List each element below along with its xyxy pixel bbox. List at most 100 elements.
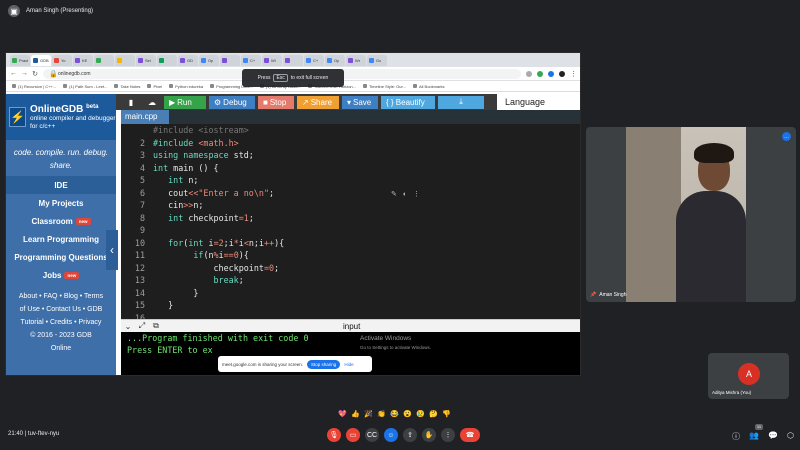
- pin-icon[interactable]: ✎: [391, 190, 397, 198]
- bookmark-item[interactable]: Pixel: [147, 84, 162, 89]
- footer-links-3[interactable]: Tutorial • Credits • Privacy: [8, 316, 114, 329]
- copy-icon[interactable]: ⧉: [149, 321, 163, 331]
- sidebar-item-ide[interactable]: IDE: [6, 176, 116, 194]
- bookmark-item[interactable]: Timeline Style: Our...: [362, 84, 406, 89]
- new-file-icon[interactable]: ▮: [122, 98, 140, 107]
- browser-tab[interactable]: Op: [199, 54, 219, 66]
- code-editor[interactable]: #include <iostream> 2 #include <math.h> 3…: [121, 124, 580, 319]
- browser-tab[interactable]: [220, 54, 240, 66]
- activate-sub: Go to Settings to activate Windows.: [360, 345, 432, 350]
- gdb-logo[interactable]: ⚡ OnlineGDB beta online compiler and deb…: [6, 94, 116, 140]
- sidebar-item-label: Learn Programming: [22, 234, 99, 244]
- captions-icon[interactable]: CC: [365, 428, 379, 442]
- bookmark-item[interactable]: All Bookmarks: [412, 84, 445, 89]
- sidebar-item-classroom[interactable]: Classroom new: [6, 212, 116, 230]
- reaction-emoji[interactable]: 💖: [338, 410, 347, 418]
- code-line: 2 #include <math.h>: [121, 137, 580, 150]
- reaction-emoji[interactable]: 😮: [403, 410, 412, 418]
- beautify-button[interactable]: { } Beautify: [381, 95, 435, 109]
- bookmark-item[interactable]: (1) Recursion | C++...: [12, 84, 56, 89]
- camera-off-icon[interactable]: ▭: [346, 428, 360, 442]
- bookmark-item[interactable]: Take Notes: [114, 84, 140, 89]
- people-icon[interactable]: 👥: [749, 431, 759, 442]
- kebab-menu-icon[interactable]: ⋮: [570, 70, 577, 78]
- back-icon[interactable]: ←: [10, 70, 17, 77]
- browser-tab[interactable]: Wr: [346, 54, 366, 66]
- bookmark-item[interactable]: Python edureka: [169, 84, 203, 89]
- hide-button[interactable]: Hide: [344, 362, 353, 367]
- sidebar-item-my-projects[interactable]: My Projects: [6, 194, 116, 212]
- browser-tab[interactable]: [157, 54, 177, 66]
- browser-tab[interactable]: [283, 54, 303, 66]
- browser-tab[interactable]: C+: [241, 54, 261, 66]
- collapse-sidebar-chevron-icon[interactable]: ‹: [106, 230, 118, 270]
- stop-button[interactable]: ■ Stop: [258, 95, 294, 109]
- mic-off-icon[interactable]: 🎙: [327, 428, 341, 442]
- hide-icon[interactable]: ◐: [403, 191, 407, 198]
- debug-button[interactable]: ⚙ Debug: [209, 95, 255, 109]
- extension-icon[interactable]: [548, 70, 554, 77]
- profile-icon[interactable]: [559, 70, 565, 77]
- participant-hair: [694, 143, 734, 163]
- browser-tab[interactable]: KE: [73, 54, 93, 66]
- tile-more-icon[interactable]: …: [782, 132, 791, 141]
- browser-tab[interactable]: Wl: [262, 54, 282, 66]
- reaction-emoji[interactable]: 👍: [351, 410, 360, 418]
- browser-tab[interactable]: Op: [325, 54, 345, 66]
- reaction-emoji[interactable]: 🎉: [364, 410, 373, 418]
- sidebar-item-learn-programming[interactable]: Learn Programming: [6, 230, 116, 248]
- participant-tile-self[interactable]: A Aditya Mishra (You): [708, 353, 789, 399]
- browser-tab[interactable]: C+: [304, 54, 324, 66]
- sidebar-item-jobs[interactable]: Jobs new: [6, 266, 116, 284]
- save-icon: ▾: [347, 97, 352, 107]
- share-button[interactable]: ↗ Share: [297, 95, 339, 109]
- file-tab[interactable]: main.cpp: [121, 110, 169, 124]
- reaction-emoji[interactable]: 🤔: [429, 410, 438, 418]
- browser-tab[interactable]: [94, 54, 114, 66]
- forward-icon[interactable]: →: [21, 70, 28, 77]
- info-icon[interactable]: ⓘ: [732, 431, 740, 442]
- expand-icon[interactable]: ⤢: [135, 321, 149, 331]
- more-icon[interactable]: ⋮: [413, 190, 420, 198]
- browser-tab[interactable]: Sel: [136, 54, 156, 66]
- gdb-toolbar: ▮ ☁ ▶ Run ⚙ Debug ■ Stop ↗ Share ▾ Save { } B…: [116, 94, 580, 110]
- line-number: 6: [139, 187, 145, 198]
- language-select[interactable]: Language: [497, 94, 580, 110]
- people-count-badge: 11: [755, 424, 763, 430]
- browser-tab[interactable]: Yo: [52, 54, 72, 66]
- reload-icon[interactable]: ↻: [32, 70, 38, 78]
- browser-tab[interactable]: GDB: [31, 54, 51, 66]
- present-icon[interactable]: ⇪: [403, 428, 417, 442]
- activities-icon[interactable]: ⬡: [787, 431, 794, 442]
- leave-call-icon[interactable]: ☎: [460, 428, 480, 442]
- sidebar-item-programming-questions[interactable]: Programming Questions: [6, 248, 116, 266]
- tab-label: Pract: [19, 57, 29, 63]
- upload-icon[interactable]: ☁: [143, 98, 161, 107]
- participant-body: [676, 191, 746, 302]
- emoji-icon[interactable]: ☺: [384, 428, 398, 442]
- save-button[interactable]: ▾ Save: [342, 95, 378, 109]
- browser-tab[interactable]: GD: [178, 54, 198, 66]
- run-button[interactable]: ▶ Run: [164, 95, 206, 109]
- chat-icon[interactable]: 💬: [768, 431, 778, 442]
- browser-tab[interactable]: [115, 54, 135, 66]
- tab-label: Op: [334, 57, 340, 63]
- browser-tab[interactable]: Pract: [10, 54, 30, 66]
- bookmark-item[interactable]: (1) Path Sum - Leet...: [63, 84, 107, 89]
- raise-hand-icon[interactable]: ✋: [422, 428, 436, 442]
- reaction-emoji[interactable]: 😢: [416, 410, 425, 418]
- chevron-down-icon[interactable]: ⌄: [121, 322, 135, 331]
- extension-icon[interactable]: [526, 70, 532, 77]
- extension-icon[interactable]: [537, 70, 543, 77]
- bookmark-label: (1) Path Sum - Leet...: [69, 83, 108, 89]
- download-button[interactable]: ⤓: [438, 95, 484, 109]
- footer-links-2[interactable]: of Use • Contact Us • GDB: [8, 303, 114, 316]
- footer-links-1[interactable]: About • FAQ • Blog • Terms: [8, 290, 114, 303]
- participant-tile-main[interactable]: … 📌 Aman Singh: [586, 127, 796, 302]
- more-options-icon[interactable]: ⋮: [441, 428, 455, 442]
- reaction-emoji[interactable]: 👎: [442, 410, 451, 418]
- reaction-emoji[interactable]: 👏: [377, 410, 386, 418]
- browser-tab[interactable]: Go: [367, 54, 387, 66]
- reaction-emoji[interactable]: 😂: [390, 410, 399, 418]
- stop-sharing-button[interactable]: Stop sharing: [307, 359, 341, 369]
